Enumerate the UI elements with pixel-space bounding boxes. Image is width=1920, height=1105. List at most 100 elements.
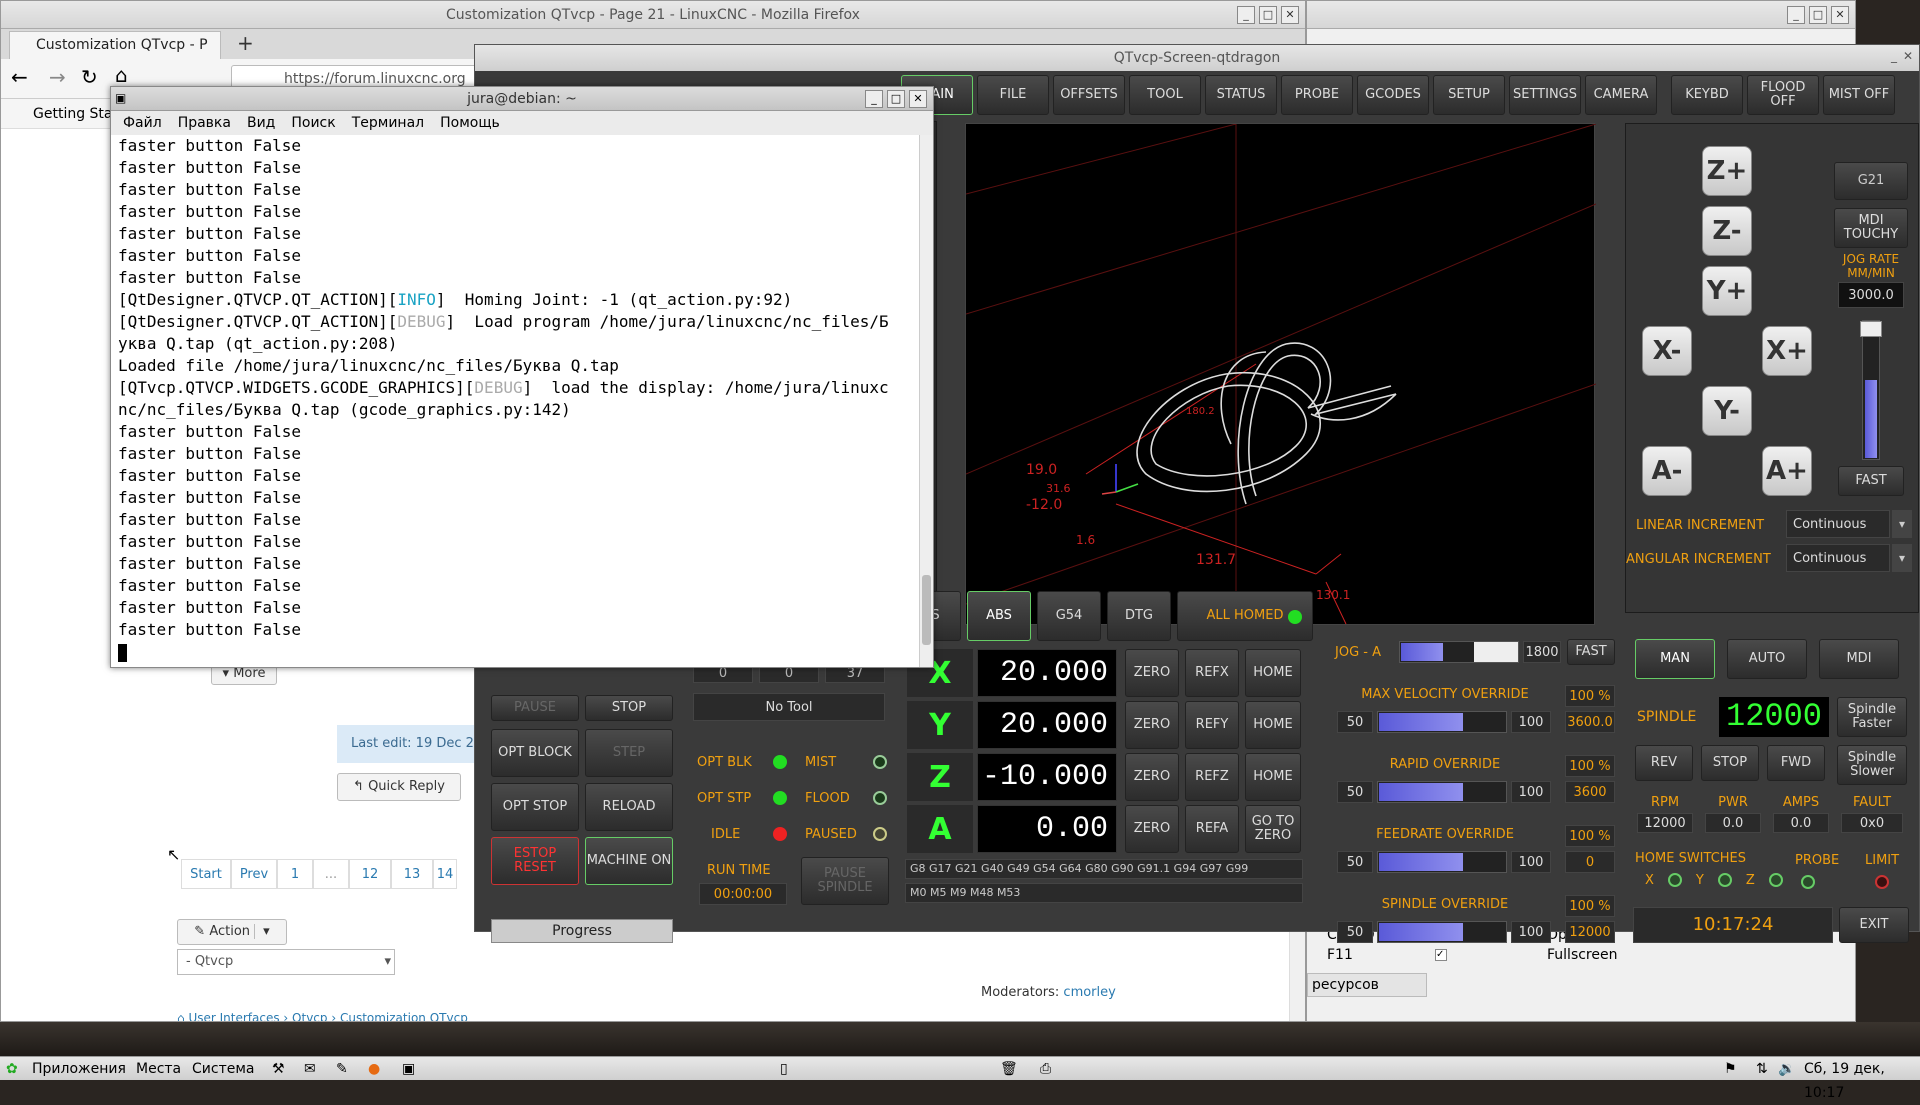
opt-stop-button[interactable]: OPT STOP [491, 783, 579, 831]
abs-button[interactable]: ABS [967, 591, 1031, 641]
pause-button[interactable]: PAUSE [491, 695, 579, 721]
page-1[interactable]: 1 [277, 859, 313, 889]
dtg-button[interactable]: DTG [1107, 591, 1171, 641]
page-12[interactable]: 12 [349, 859, 391, 889]
workspace-icon[interactable]: ▯ [780, 1057, 788, 1081]
pause-spindle-button[interactable]: PAUSE SPINDLE [801, 857, 889, 905]
jog-y-plus-button[interactable]: Y+ [1702, 266, 1752, 316]
refx-button[interactable]: REFX [1185, 649, 1239, 697]
quick-reply-button[interactable]: ↰ Quick Reply [337, 773, 461, 801]
mdi-touchy-button[interactable]: MDI TOUCHY [1834, 208, 1908, 248]
printer-icon[interactable]: ⎙ [1040, 1057, 1051, 1081]
g21-button[interactable]: G21 [1834, 162, 1908, 200]
spindle-fwd-button[interactable]: FWD [1767, 745, 1825, 781]
mist-off-button[interactable]: MIST OFF [1823, 75, 1895, 115]
maximize-icon[interactable]: □ [1259, 6, 1277, 24]
chevron-down-icon[interactable]: ▾ [1892, 544, 1912, 572]
override-slider[interactable] [1377, 781, 1507, 803]
tab-gcodes[interactable]: GCODES [1357, 75, 1429, 115]
mode-man-button[interactable]: MAN [1635, 639, 1715, 679]
page-prev[interactable]: Prev [231, 859, 277, 889]
override-slider[interactable] [1377, 711, 1507, 733]
terminal-launcher-icon[interactable]: ▣ [402, 1057, 415, 1081]
zero-a-button[interactable]: ZERO [1125, 805, 1179, 853]
mode-auto-button[interactable]: AUTO [1727, 639, 1807, 679]
jog-x-minus-button[interactable]: X- [1642, 326, 1692, 376]
breadcrumb-item[interactable]: User Interfaces [188, 1011, 279, 1021]
home-x-button[interactable]: HOME [1245, 649, 1301, 697]
home-y-button[interactable]: HOME [1245, 701, 1301, 749]
opt-block-button[interactable]: OPT BLOCK [491, 729, 579, 777]
tab-settings[interactable]: SETTINGS [1509, 75, 1581, 115]
action-button[interactable]: ✎ Action ▾ [177, 919, 287, 945]
gcode-graphics[interactable]: 19.0 -12.0 1.6 131.7 130.1 180.2 31.6 [965, 123, 1597, 626]
tab-camera[interactable]: CAMERA [1585, 75, 1657, 115]
linear-increment-select[interactable]: Continuous [1786, 510, 1890, 538]
machine-on-button[interactable]: MACHINE ON [585, 837, 673, 885]
new-tab-icon[interactable]: + [237, 31, 254, 55]
tab-keybd[interactable]: KEYBD [1671, 75, 1743, 115]
jog-a-plus-button[interactable]: A+ [1762, 446, 1812, 496]
network-icon[interactable]: ⇅ [1756, 1057, 1768, 1081]
maximize-icon[interactable]: □ [887, 90, 905, 108]
keyboard-layout-icon[interactable]: ⚑ [1724, 1057, 1737, 1081]
resources-tab[interactable]: ресурсов [1307, 973, 1427, 997]
zero-z-button[interactable]: ZERO [1125, 753, 1179, 801]
browser-tab[interactable]: Customization QTvcp - P [9, 31, 221, 59]
slider-handle[interactable] [1860, 321, 1882, 337]
stop-button[interactable]: STOP [585, 695, 673, 721]
spindle-faster-button[interactable]: Spindle Faster [1837, 697, 1907, 737]
volume-icon[interactable]: 🔉 [1778, 1057, 1795, 1081]
menu-help[interactable]: Помощь [440, 111, 500, 135]
jog-z-plus-button[interactable]: Z+ [1702, 146, 1752, 196]
flood-off-button[interactable]: FLOOD OFF [1747, 75, 1819, 115]
minimize-icon[interactable]: _ [1237, 6, 1255, 24]
menu-applications[interactable]: Приложения [32, 1057, 126, 1081]
close-icon[interactable]: ✕ [1281, 6, 1299, 24]
scroll-thumb[interactable] [922, 575, 931, 645]
text-editor-icon[interactable]: ✎ [336, 1057, 348, 1081]
page-start[interactable]: Start [181, 859, 231, 889]
breadcrumb-item[interactable]: Qtvcp [292, 1011, 327, 1021]
refa-button[interactable]: REFA [1185, 805, 1239, 853]
jog-a-slider[interactable] [1399, 641, 1519, 663]
home-icon[interactable]: ⌂ [115, 63, 128, 87]
breadcrumb-item[interactable]: Customization QTvcp [340, 1011, 468, 1021]
menu-view[interactable]: Вид [247, 111, 275, 135]
refz-button[interactable]: REFZ [1185, 753, 1239, 801]
terminal-scrollbar[interactable] [919, 135, 933, 667]
jog-z-minus-button[interactable]: Z- [1702, 206, 1752, 256]
tab-offsets[interactable]: OFFSETS [1053, 75, 1125, 115]
close-icon[interactable]: ✕ [1831, 6, 1849, 24]
firefox-icon[interactable]: ● [368, 1057, 380, 1081]
spindle-rev-button[interactable]: REV [1635, 745, 1693, 781]
g54-button[interactable]: G54 [1037, 591, 1101, 641]
spindle-slower-button[interactable]: Spindle Slower [1837, 745, 1907, 785]
terminal-output[interactable]: faster button False faster button False fa… [111, 135, 919, 665]
trash-icon[interactable]: 🗑 [1000, 1057, 1018, 1081]
chevron-down-icon[interactable]: ▾ [1892, 510, 1912, 538]
bookmark-item[interactable]: Getting Sta [33, 106, 113, 122]
spindle-stop-button[interactable]: STOP [1701, 745, 1759, 781]
jog-a-fast-button[interactable]: FAST [1567, 639, 1615, 665]
fast-button[interactable]: FAST [1838, 466, 1904, 496]
slider-handle[interactable] [1474, 642, 1518, 662]
tab-probe[interactable]: PROBE [1281, 75, 1353, 115]
zero-y-button[interactable]: ZERO [1125, 701, 1179, 749]
reload-icon[interactable]: ↻ [81, 65, 98, 89]
tab-status[interactable]: STATUS [1205, 75, 1277, 115]
minimize-icon[interactable]: _ [1787, 6, 1805, 24]
override-slider[interactable] [1377, 921, 1507, 943]
minimize-icon[interactable]: _ [865, 90, 883, 108]
tab-setup[interactable]: SETUP [1433, 75, 1505, 115]
estop-reset-button[interactable]: ESTOP RESET [491, 837, 579, 885]
home-icon[interactable]: ⌂ [177, 1011, 185, 1021]
menu-file[interactable]: Файл [123, 111, 162, 135]
minimize-icon[interactable]: _ [1891, 49, 1897, 63]
launcher-icon[interactable]: ✉ [304, 1057, 316, 1081]
menu-terminal[interactable]: Терминал [352, 111, 424, 135]
menu-edit[interactable]: Правка [178, 111, 231, 135]
page-13[interactable]: 13 [391, 859, 433, 889]
go-to-zero-button[interactable]: GO TO ZERO [1245, 805, 1301, 853]
back-icon[interactable]: ← [11, 65, 28, 89]
